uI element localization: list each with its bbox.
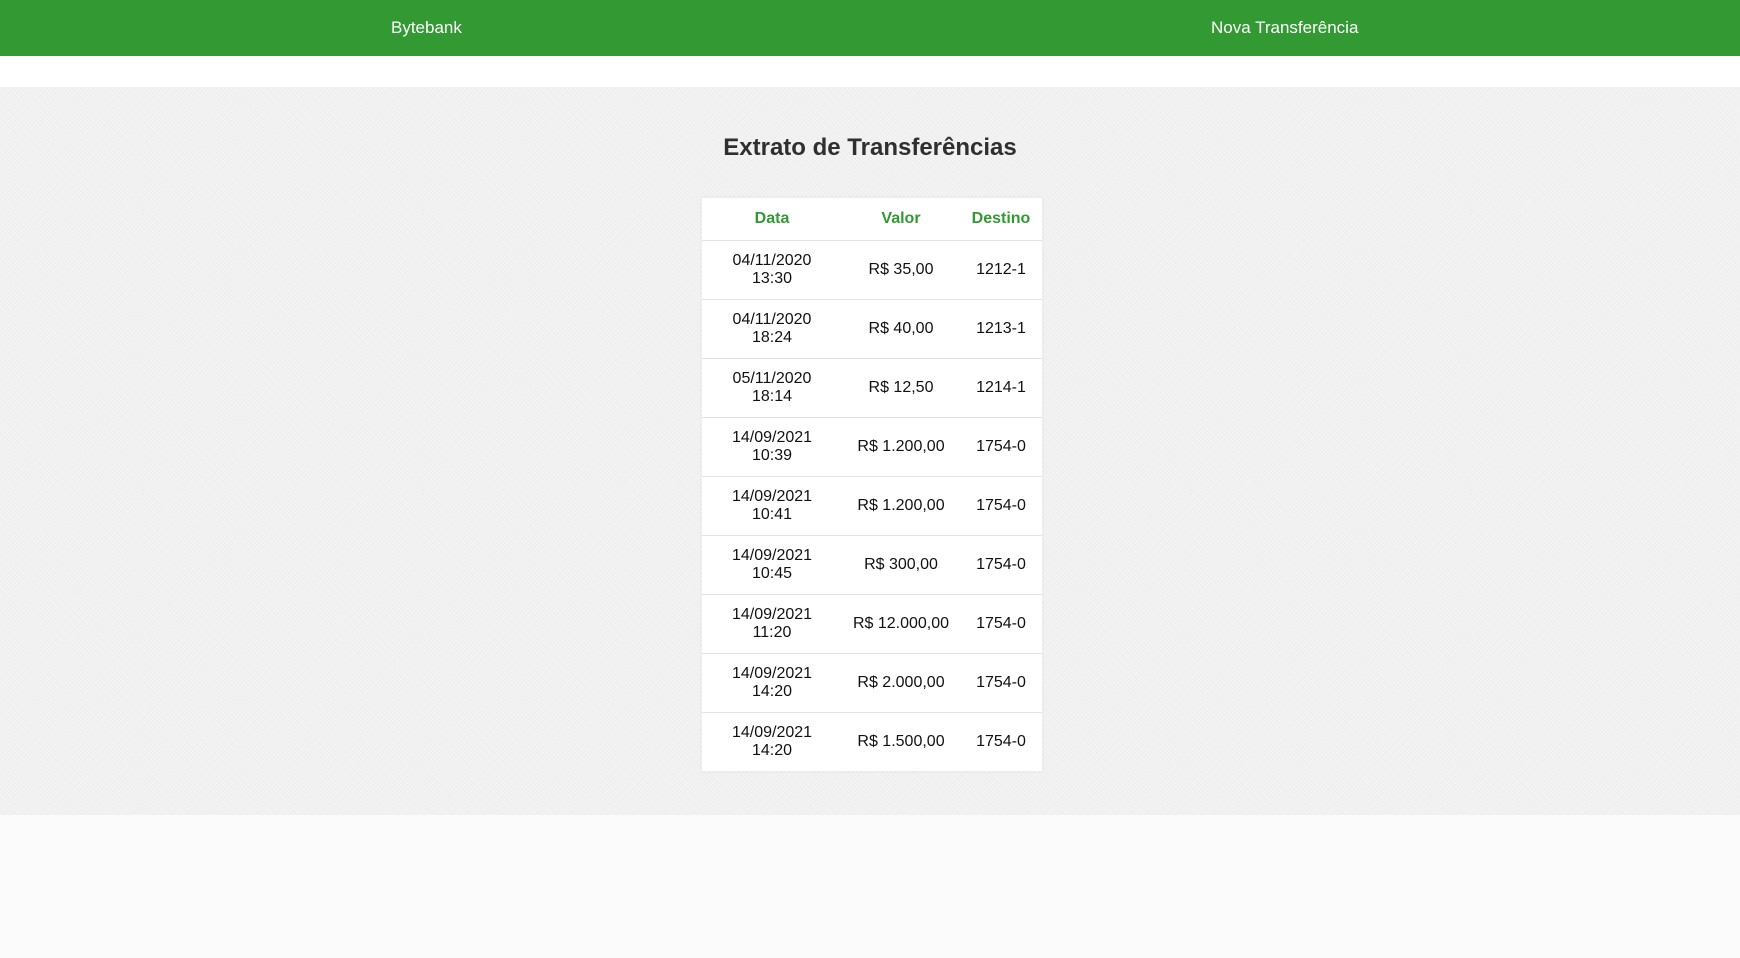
table-row: 14/09/2021 10:39 R$ 1.200,00 1754-0 <box>702 417 1042 477</box>
cell-time: 18:24 <box>751 329 793 346</box>
transfers-table: Data Valor Destino 04/11/2020 13:30 R$ 35… <box>702 198 1042 771</box>
cell-date: 14/09/2021 <box>731 488 813 505</box>
cell-data: 14/09/2021 11:20 <box>702 594 842 654</box>
cell-data: 04/11/2020 18:24 <box>702 299 842 359</box>
cell-destino: 1754-0 <box>960 476 1042 536</box>
cell-valor: R$ 1.200,00 <box>842 417 960 477</box>
column-header-destino: Destino <box>960 198 1042 241</box>
brand-link[interactable]: Bytebank <box>391 18 462 38</box>
cell-destino: 1754-0 <box>960 535 1042 595</box>
table-row: 14/09/2021 10:45 R$ 300,00 1754-0 <box>702 535 1042 595</box>
cell-data: 14/09/2021 14:20 <box>702 713 842 772</box>
cell-data: 14/09/2021 10:45 <box>702 535 842 595</box>
cell-date: 04/11/2020 <box>732 311 812 328</box>
cell-valor: R$ 40,00 <box>842 299 960 359</box>
cell-data: 14/09/2021 10:41 <box>702 476 842 536</box>
column-header-data: Data <box>702 198 842 241</box>
cell-valor: R$ 35,00 <box>842 240 960 300</box>
cell-data: 14/09/2021 14:20 <box>702 653 842 713</box>
cell-time: 11:20 <box>752 624 792 641</box>
table-row: 14/09/2021 10:41 R$ 1.200,00 1754-0 <box>702 476 1042 536</box>
cell-data: 14/09/2021 10:39 <box>702 417 842 477</box>
cell-time: 10:41 <box>751 506 793 523</box>
cell-date: 04/11/2020 <box>732 252 812 269</box>
cell-time: 10:39 <box>751 447 793 464</box>
cell-destino: 1754-0 <box>960 653 1042 713</box>
cell-valor: R$ 12,50 <box>842 358 960 418</box>
cell-valor: R$ 2.000,00 <box>842 653 960 713</box>
cell-valor: R$ 300,00 <box>842 535 960 595</box>
cell-date: 14/09/2021 <box>731 429 813 446</box>
cell-date: 14/09/2021 <box>731 665 813 682</box>
cell-valor: R$ 1.200,00 <box>842 476 960 536</box>
cell-destino: 1754-0 <box>960 417 1042 477</box>
cell-destino: 1212-1 <box>960 240 1042 300</box>
table-row: 05/11/2020 18:14 R$ 12,50 1214-1 <box>702 358 1042 418</box>
cell-date: 14/09/2021 <box>731 606 813 623</box>
page-footer-area <box>0 815 1740 958</box>
cell-destino: 1214-1 <box>960 358 1042 418</box>
header-spacer <box>0 56 1740 87</box>
transfers-table-body: 04/11/2020 13:30 R$ 35,00 1212-1 04/11/20… <box>702 240 1042 772</box>
top-navbar: Bytebank Nova Transferência <box>0 0 1740 56</box>
table-row: 04/11/2020 13:30 R$ 35,00 1212-1 <box>702 240 1042 300</box>
table-row: 04/11/2020 18:24 R$ 40,00 1213-1 <box>702 299 1042 359</box>
cell-time: 14:20 <box>751 742 793 759</box>
cell-destino: 1754-0 <box>960 594 1042 654</box>
cell-valor: R$ 1.500,00 <box>857 733 945 750</box>
cell-time: 13:30 <box>751 270 793 287</box>
cell-time: 10:45 <box>751 565 793 582</box>
cell-date: 14/09/2021 <box>731 724 813 741</box>
table-row: 14/09/2021 14:20 R$ 2.000,00 1754-0 <box>702 653 1042 713</box>
statement-card: Data Valor Destino 04/11/2020 13:30 R$ 35… <box>701 197 1043 772</box>
cell-data: 05/11/2020 18:14 <box>702 358 842 418</box>
cell-valor: R$ 12.000,00 <box>842 594 960 654</box>
table-header-row: Data Valor Destino <box>702 198 1042 241</box>
new-transfer-link[interactable]: Nova Transferência <box>1211 18 1358 38</box>
table-row: 14/09/2021 14:20 R$ 1.500,00 1754-0 <box>702 713 1042 772</box>
page-title: Extrato de Transferências <box>723 134 1017 161</box>
cell-destino: 1213-1 <box>960 299 1042 359</box>
column-header-valor: Valor <box>842 198 960 241</box>
cell-time: 18:14 <box>751 388 793 405</box>
cell-destino: 1754-0 <box>976 733 1026 750</box>
cell-date: 14/09/2021 <box>731 547 813 564</box>
cell-time: 14:20 <box>751 683 793 700</box>
cell-date: 05/11/2020 <box>732 370 812 387</box>
cell-data: 04/11/2020 13:30 <box>702 240 842 300</box>
table-row: 14/09/2021 11:20 R$ 12.000,00 1754-0 <box>702 594 1042 654</box>
